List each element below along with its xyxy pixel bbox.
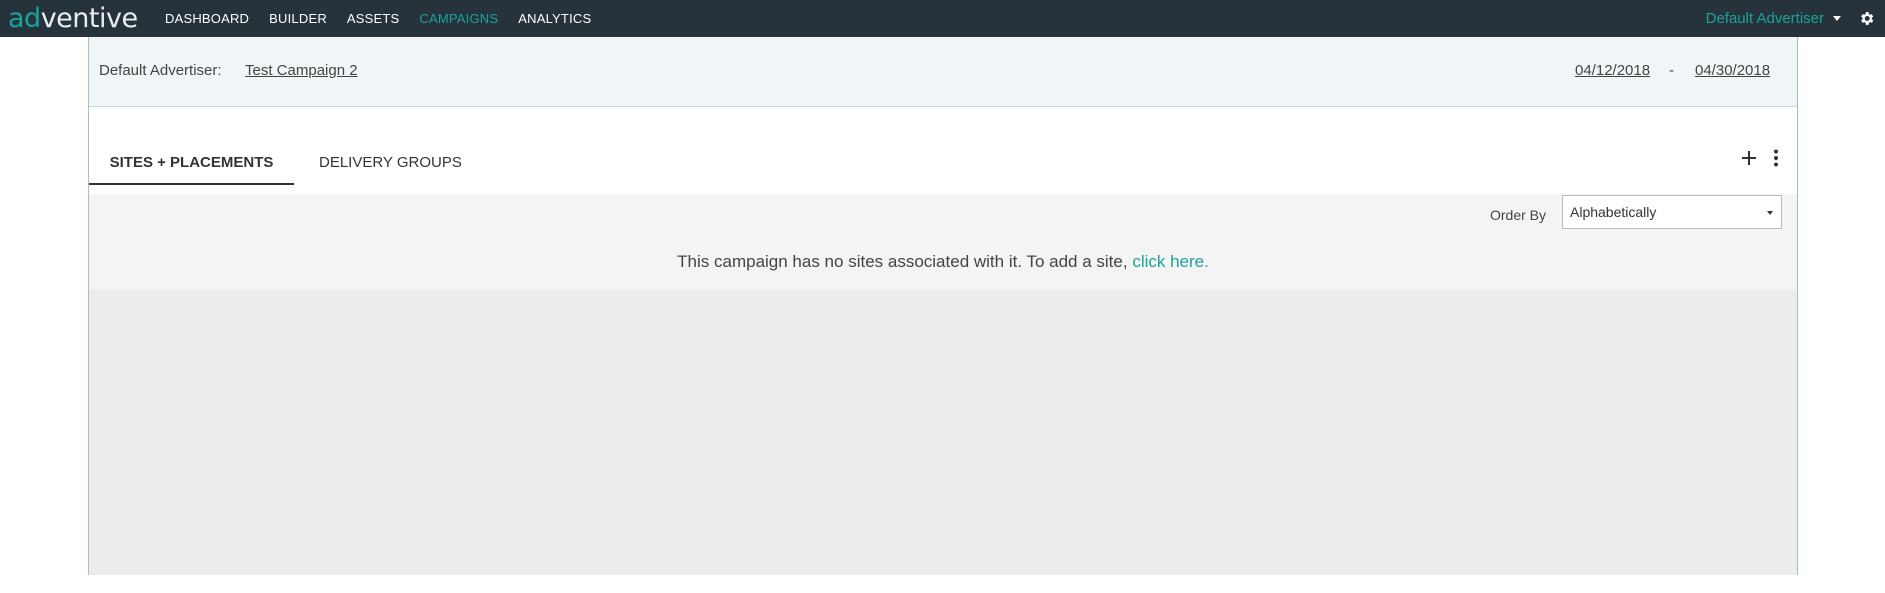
nav-analytics[interactable]: ANALYTICS	[518, 11, 591, 26]
order-by-value: Alphabetically	[1570, 204, 1657, 220]
add-site-link[interactable]: click here.	[1132, 252, 1209, 271]
plus-icon[interactable]	[1739, 148, 1759, 168]
order-by-label: Order By	[1490, 207, 1547, 223]
empty-content-area	[89, 290, 1797, 575]
empty-state-text: This campaign has no sites associated wi…	[677, 252, 1133, 271]
nav-assets[interactable]: ASSETS	[347, 11, 400, 26]
tab-bar: SITES + PLACEMENTS DELIVERY GROUPS	[89, 145, 1797, 185]
campaign-header: Default Advertiser: Test Campaign 2 04/1…	[89, 37, 1797, 107]
kebab-menu-icon[interactable]	[1772, 148, 1780, 168]
advertiser-name: Default Advertiser	[1705, 10, 1824, 27]
adventive-logo[interactable]: adventive	[8, 2, 138, 35]
campaign-panel: Default Advertiser: Test Campaign 2 04/1…	[88, 37, 1798, 575]
nav-builder[interactable]: BUILDER	[269, 11, 327, 26]
caret-down-icon	[1767, 211, 1773, 215]
date-separator: -	[1669, 62, 1674, 79]
nav-dashboard[interactable]: DASHBOARD	[165, 11, 249, 26]
end-date-link[interactable]: 04/30/2018	[1695, 62, 1770, 79]
campaign-name-link[interactable]: Test Campaign 2	[245, 62, 358, 79]
sites-content: Order By Alphabetically This campaign ha…	[89, 194, 1797, 290]
tab-delivery-groups[interactable]: DELIVERY GROUPS	[319, 145, 462, 185]
nav-campaigns[interactable]: CAMPAIGNS	[419, 11, 498, 26]
chevron-down-icon	[1833, 16, 1841, 21]
empty-state-message: This campaign has no sites associated wi…	[89, 252, 1797, 272]
advertiser-label: Default Advertiser:	[99, 62, 222, 79]
tab-sites-placements[interactable]: SITES + PLACEMENTS	[89, 145, 294, 185]
order-by-select[interactable]: Alphabetically	[1562, 195, 1782, 229]
top-navigation-bar: adventive DASHBOARD BUILDER ASSETS CAMPA…	[0, 0, 1885, 37]
gear-icon[interactable]	[1858, 10, 1875, 27]
main-nav: DASHBOARD BUILDER ASSETS CAMPAIGNS ANALY…	[165, 0, 611, 37]
advertiser-dropdown[interactable]: Default Advertiser	[1706, 0, 1841, 37]
start-date-link[interactable]: 04/12/2018	[1575, 62, 1650, 79]
